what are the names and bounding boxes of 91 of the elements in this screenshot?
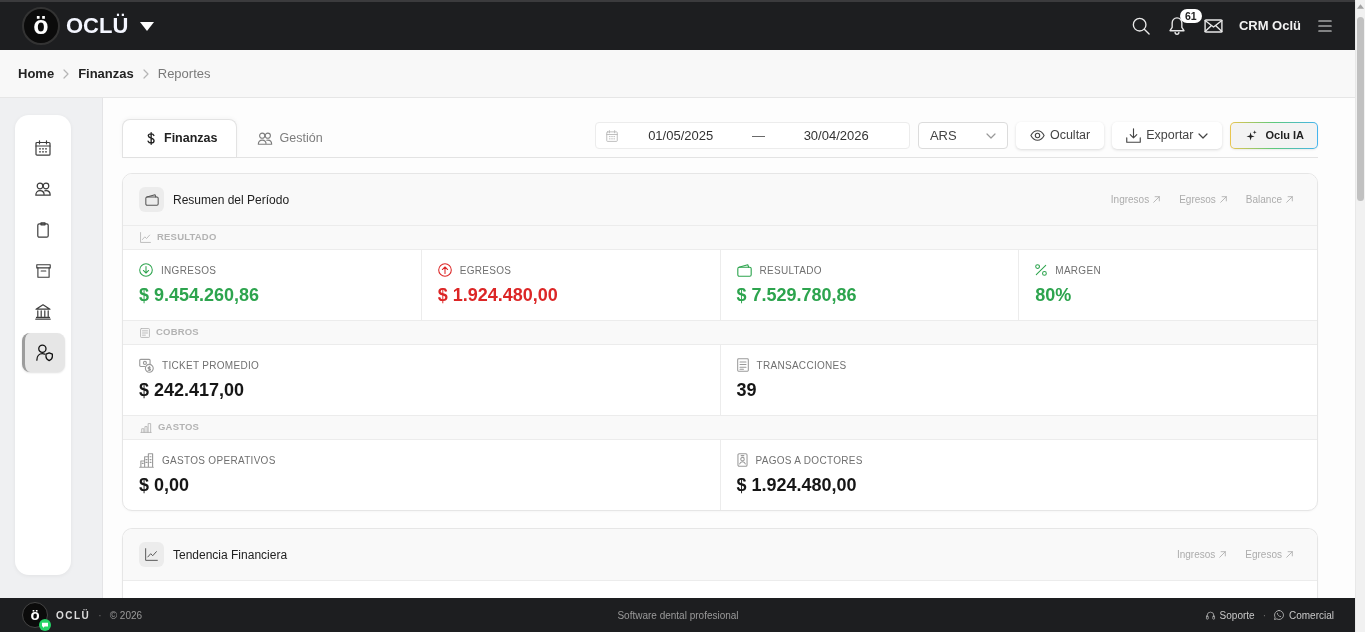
stat-label: TRANSACCIONES xyxy=(756,358,847,373)
chevron-down-icon xyxy=(1198,132,1209,139)
brand-name[interactable]: OCLÜ xyxy=(66,15,129,37)
currency-select[interactable]: ARS xyxy=(917,122,1008,149)
chart-icon xyxy=(139,542,164,567)
bars-icon xyxy=(140,422,152,433)
stat-label: INGRESOS xyxy=(161,263,217,278)
caret-icon[interactable] xyxy=(140,21,155,31)
export-button[interactable]: Exportar xyxy=(1112,122,1223,149)
stat-value: $ 0,00 xyxy=(139,474,191,497)
sales-link[interactable]: Comercial xyxy=(1274,607,1334,623)
stat-value: $ 9.454.260,86 xyxy=(139,284,261,307)
download-icon xyxy=(1126,128,1142,143)
scrollbar-track[interactable] xyxy=(1355,0,1365,632)
people-icon xyxy=(256,132,273,145)
stat-value: 80% xyxy=(1035,284,1073,307)
clipboard-icon xyxy=(37,221,49,238)
wallet-icon xyxy=(139,187,164,212)
support-link[interactable]: Soporte xyxy=(1205,607,1255,623)
account-name[interactable]: CRM Oclü xyxy=(1238,16,1301,36)
brand-logo[interactable]: ö xyxy=(22,7,60,45)
ai-assistant-button[interactable]: Oclu IA xyxy=(1230,122,1318,149)
bank-icon xyxy=(35,303,51,320)
search-icon[interactable] xyxy=(1131,17,1150,35)
wallet-icon xyxy=(736,263,752,277)
footer-brand: OCLÜ xyxy=(56,608,91,623)
breadcrumb-link[interactable]: Home xyxy=(18,63,55,84)
arrow-up-right-icon xyxy=(1219,196,1227,203)
date-range-field[interactable]: 01/05/2025 — 30/04/2026 xyxy=(594,122,910,149)
scrollbar-thumb[interactable] xyxy=(1357,17,1364,201)
sparkle-icon xyxy=(1246,130,1258,141)
tab[interactable]: Gestión xyxy=(236,119,340,157)
stat-label: EGRESOS xyxy=(459,263,512,278)
chat-icon xyxy=(1274,610,1284,620)
card-title: Resumen del Período xyxy=(173,191,290,209)
chevron-right-icon xyxy=(63,68,70,79)
notification-badge: 61 xyxy=(1179,9,1202,23)
id-badge-icon xyxy=(736,453,748,467)
section-title: GASTOS xyxy=(158,420,200,435)
end-date[interactable]: 30/04/2026 xyxy=(773,125,899,146)
arrow-up-right-icon xyxy=(1219,551,1227,558)
mail-icon[interactable] xyxy=(1203,19,1223,33)
separator-dot: · xyxy=(98,608,102,623)
building-icon xyxy=(139,452,154,468)
footer-tagline: Software dental profesional xyxy=(617,609,739,621)
person-shield-icon xyxy=(36,344,53,361)
footer-logo[interactable]: ö xyxy=(22,602,48,628)
arrow-up-circle-icon xyxy=(437,263,452,277)
chart-icon xyxy=(140,232,151,243)
separator-dot: · xyxy=(1262,608,1266,623)
percent-icon xyxy=(1035,264,1048,276)
calendar-icon xyxy=(35,139,51,156)
tab[interactable]: Finanzas xyxy=(122,119,237,157)
arrow-down-circle-icon xyxy=(139,263,153,277)
card-title: Tendencia Financiera xyxy=(173,546,288,564)
stat-label: TICKET PROMEDIO xyxy=(162,358,260,373)
stat-value: $ 242.417,00 xyxy=(139,379,246,402)
stat-value: $ 1.924.480,00 xyxy=(736,474,858,497)
dollar-icon xyxy=(147,132,155,145)
archive-icon xyxy=(35,263,51,278)
chevron-right-icon xyxy=(142,68,149,79)
start-date[interactable]: 01/05/2025 xyxy=(617,125,744,146)
headset-icon xyxy=(1205,610,1215,620)
section-title: RESULTADO xyxy=(157,230,217,245)
stat-label: GASTOS OPERATIVOS xyxy=(162,453,276,468)
section-title: COBROS xyxy=(156,325,199,340)
stat-value: $ 1.924.480,00 xyxy=(437,284,559,307)
breadcrumb-link[interactable]: Finanzas xyxy=(78,63,134,84)
stat-value: 39 xyxy=(736,379,758,402)
stat-label: MARGEN xyxy=(1055,263,1101,278)
list-icon xyxy=(736,358,749,372)
breadcrumb-current: Reportes xyxy=(157,64,211,83)
bell-icon[interactable] xyxy=(1167,17,1186,35)
arrow-up-right-icon xyxy=(1286,196,1293,203)
hide-button[interactable]: Ocultar xyxy=(1015,122,1105,149)
arrow-up-right-icon xyxy=(1153,196,1161,203)
arrow-up-right-icon xyxy=(1286,551,1293,558)
copyright-text: © 2026 xyxy=(109,608,143,623)
sidebar-item[interactable] xyxy=(21,333,65,372)
menu-icon[interactable] xyxy=(1318,20,1332,32)
cash-icon xyxy=(139,357,154,373)
eye-icon xyxy=(1029,130,1045,141)
people-icon xyxy=(35,181,51,196)
date-separator: — xyxy=(750,126,766,145)
stat-label: PAGOS A DOCTORES xyxy=(755,453,863,468)
stat-value: $ 7.529.780,86 xyxy=(736,284,858,307)
calendar-icon xyxy=(605,129,618,142)
receipt-icon xyxy=(140,327,150,338)
chat-badge-icon xyxy=(39,619,51,631)
stat-label: RESULTADO xyxy=(759,263,822,278)
chevron-down-icon xyxy=(985,132,996,139)
